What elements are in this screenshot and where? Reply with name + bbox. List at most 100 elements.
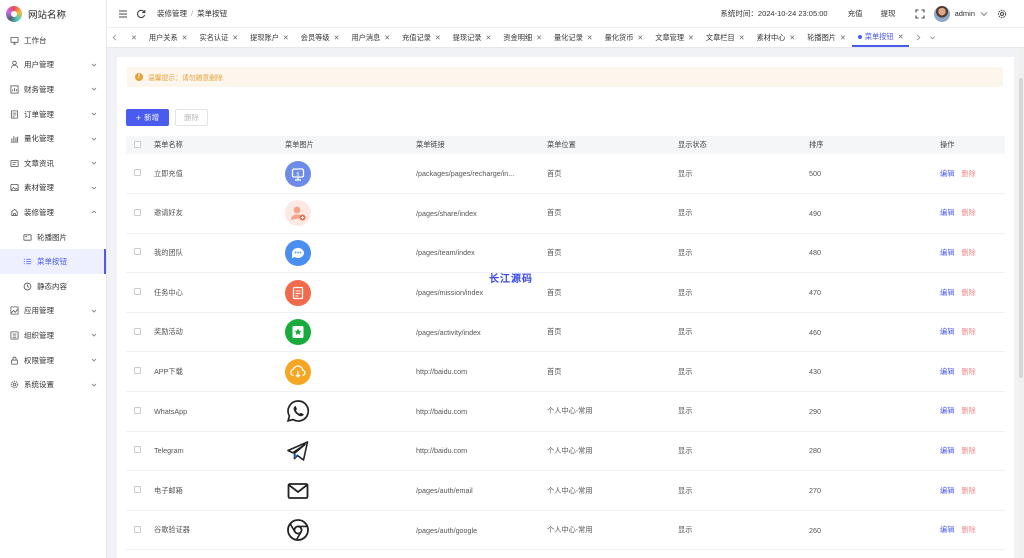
close-icon[interactable]: ✕	[587, 34, 593, 42]
tab[interactable]: 实名认证 ✕	[194, 28, 245, 47]
menu-name: APP下载	[154, 366, 183, 376]
breadcrumb-item[interactable]: 装修管理	[157, 8, 187, 19]
user-name[interactable]: admin	[955, 9, 975, 18]
edit-link[interactable]: 编辑	[940, 406, 954, 415]
sidebar-item[interactable]: 轮播图片	[0, 225, 106, 250]
edit-link[interactable]: 编辑	[940, 367, 954, 376]
edit-link[interactable]: 编辑	[940, 486, 954, 495]
edit-link[interactable]: 编辑	[940, 248, 954, 257]
sidebar-item[interactable]: 订单管理	[0, 102, 106, 127]
add-button[interactable]: + 新增	[126, 109, 169, 126]
sidebar-item[interactable]: 量化管理	[0, 126, 106, 151]
delete-button[interactable]: 删除	[175, 109, 208, 126]
row-checkbox[interactable]	[134, 248, 141, 256]
delete-link[interactable]: 删除	[961, 169, 975, 178]
select-all-checkbox[interactable]	[134, 140, 141, 148]
edit-link[interactable]: 编辑	[940, 208, 954, 217]
fullscreen-icon[interactable]	[914, 8, 926, 20]
close-icon[interactable]: ✕	[334, 34, 340, 42]
settings-gear-icon[interactable]	[996, 8, 1008, 20]
edit-link[interactable]: 编辑	[940, 169, 954, 178]
sidebar-item[interactable]: 组织管理	[0, 323, 106, 348]
row-checkbox[interactable]	[134, 406, 141, 414]
tabs-prev-icon[interactable]	[107, 28, 121, 47]
edit-link[interactable]: 编辑	[940, 327, 954, 336]
close-icon[interactable]: ✕	[435, 34, 441, 42]
chevron-down-icon	[90, 159, 98, 167]
sidebar-item[interactable]: 静态内容	[0, 274, 106, 299]
close-icon[interactable]: ✕	[840, 34, 846, 42]
tab-label: 素材中心	[756, 32, 786, 42]
sidebar-item[interactable]: 财务管理	[0, 77, 106, 102]
edit-link[interactable]: 编辑	[940, 525, 954, 534]
tab[interactable]: 提现记录 ✕	[447, 28, 498, 47]
tab-close-first[interactable]: ✕	[121, 28, 143, 47]
recharge-link[interactable]: 充值	[848, 8, 863, 19]
menu-link: /pages/mission/index	[416, 288, 484, 298]
sidebar-item[interactable]: 用户管理	[0, 53, 106, 78]
sidebar-item[interactable]: 系统设置	[0, 372, 106, 397]
tab[interactable]: 文章管理 ✕	[649, 28, 700, 47]
delete-link[interactable]: 删除	[961, 367, 975, 376]
close-icon[interactable]: ✕	[182, 34, 188, 42]
row-checkbox[interactable]	[134, 446, 141, 454]
tab[interactable]: 轮播图片 ✕	[801, 28, 852, 47]
delete-link[interactable]: 删除	[961, 248, 975, 257]
avatar[interactable]	[933, 5, 950, 22]
chevron-down-icon[interactable]	[978, 8, 990, 20]
delete-link[interactable]: 删除	[961, 525, 975, 534]
row-checkbox[interactable]	[134, 525, 141, 533]
close-icon[interactable]: ✕	[789, 34, 795, 42]
close-icon[interactable]: ✕	[536, 34, 542, 42]
sidebar-item[interactable]: 素材管理	[0, 176, 106, 201]
delete-link[interactable]: 删除	[961, 288, 975, 297]
delete-link[interactable]: 删除	[961, 446, 975, 455]
row-checkbox[interactable]	[134, 327, 141, 335]
row-checkbox[interactable]	[134, 367, 141, 375]
row-checkbox[interactable]	[134, 208, 141, 216]
tab[interactable]: 量化货币 ✕	[599, 28, 650, 47]
tab[interactable]: 充值记录 ✕	[396, 28, 447, 47]
tabs-menu-icon[interactable]	[925, 28, 939, 47]
delete-link[interactable]: 删除	[961, 406, 975, 415]
tab[interactable]: 文章栏目 ✕	[700, 28, 751, 47]
tab[interactable]: 资金明细 ✕	[497, 28, 548, 47]
tab[interactable]: 素材中心 ✕	[751, 28, 802, 47]
page-scrollbar[interactable]	[1018, 48, 1024, 558]
close-icon[interactable]: ✕	[485, 34, 491, 42]
sidebar-item[interactable]: 菜单按钮	[0, 249, 106, 274]
menu-status: 显示	[678, 445, 693, 455]
edit-link[interactable]: 编辑	[940, 288, 954, 297]
close-icon[interactable]: ✕	[283, 34, 289, 42]
close-icon[interactable]: ✕	[739, 34, 745, 42]
close-icon[interactable]: ✕	[898, 33, 904, 41]
sidebar-item[interactable]: 权限管理	[0, 348, 106, 373]
row-checkbox[interactable]	[134, 169, 141, 177]
close-icon[interactable]: ✕	[688, 34, 694, 42]
close-icon[interactable]: ✕	[232, 34, 238, 42]
logo[interactable]: 网站名称	[0, 0, 106, 28]
tab[interactable]: 用户关系 ✕	[143, 28, 194, 47]
menu-sort: 470	[809, 288, 821, 298]
row-checkbox[interactable]	[134, 288, 141, 296]
row-checkbox[interactable]	[134, 486, 141, 494]
sidebar-item[interactable]: 装修管理	[0, 200, 106, 225]
tab[interactable]: 会员等级 ✕	[295, 28, 346, 47]
sidebar-item[interactable]: 文章资讯	[0, 151, 106, 176]
tab[interactable]: 菜单按钮 ✕	[851, 28, 910, 47]
tabs-next-icon[interactable]	[911, 28, 925, 47]
refresh-icon[interactable]	[135, 8, 147, 20]
menu-toggle-icon[interactable]	[117, 8, 129, 20]
delete-link[interactable]: 删除	[961, 486, 975, 495]
tab[interactable]: 量化记录 ✕	[548, 28, 599, 47]
close-icon[interactable]: ✕	[637, 34, 643, 42]
delete-link[interactable]: 删除	[961, 208, 975, 217]
sidebar-item[interactable]: 工作台	[0, 28, 106, 53]
edit-link[interactable]: 编辑	[940, 446, 954, 455]
withdraw-link[interactable]: 提现	[881, 8, 896, 19]
tab[interactable]: 提现账户 ✕	[244, 28, 295, 47]
sidebar-item[interactable]: 应用管理	[0, 299, 106, 324]
delete-link[interactable]: 删除	[961, 327, 975, 336]
close-icon[interactable]: ✕	[384, 34, 390, 42]
tab[interactable]: 用户消息 ✕	[345, 28, 396, 47]
